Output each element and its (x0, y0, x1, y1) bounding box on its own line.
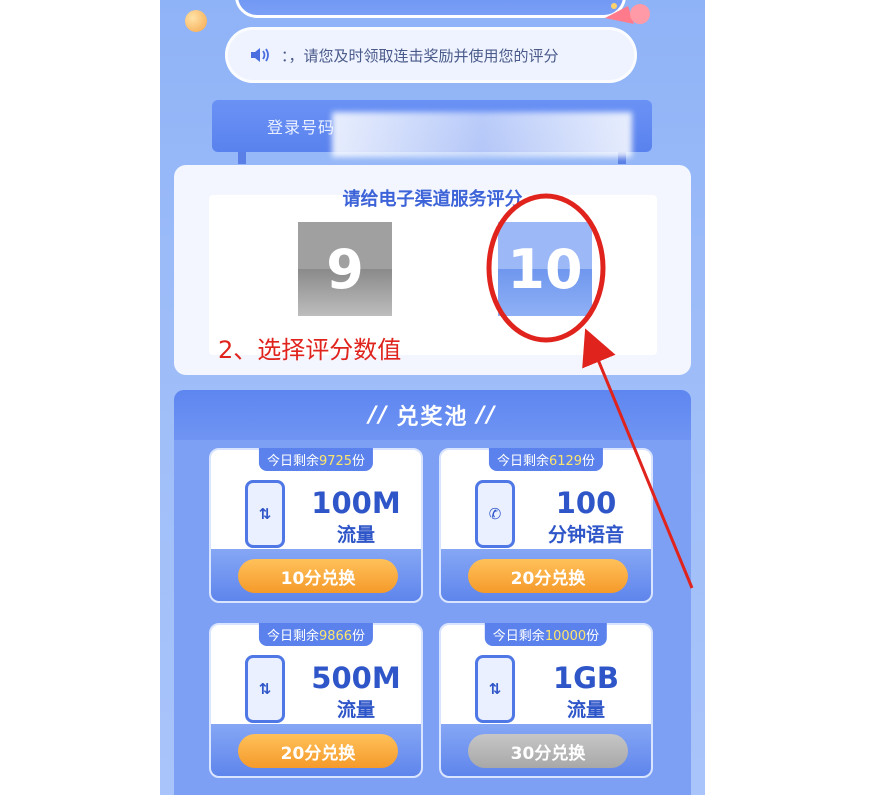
data-phone-icon: ⇅ (245, 480, 285, 548)
top-banner (235, 0, 626, 18)
reward-card-100m-data: 今日剩余9725份 ⇅ 100M 流量 10分兑换 (209, 448, 423, 603)
reward-card-500m-data: 今日剩余9866份 ⇅ 500M 流量 20分兑换 (209, 623, 423, 778)
reward-amount: 100 (555, 486, 617, 520)
reward-pool-header: // 兑奖池 // (174, 390, 691, 440)
redeem-button-disabled[interactable]: 30分兑换 (468, 734, 628, 768)
voice-phone-icon: ✆ (475, 480, 515, 548)
reward-card-100-minutes-voice: 今日剩余6129份 ✆ 100 分钟语音 20分兑换 (439, 448, 653, 603)
data-phone-icon: ⇅ (475, 655, 515, 723)
reward-amount: 1GB (552, 661, 620, 695)
notice-text: ：，请您及时领取连击奖励并使用您的评分 (281, 46, 559, 65)
stock-badge: 今日剩余10000份 (484, 623, 608, 646)
instruction-annotation: 2、选择评分数值 (218, 336, 402, 364)
redeem-button[interactable]: 20分兑换 (238, 734, 398, 768)
reward-unit: 分钟语音 (547, 524, 624, 546)
megaphone-icon (605, 3, 650, 24)
decor-orb (185, 10, 207, 32)
reward-card-1gb-data: 今日剩余10000份 ⇅ 1GB 流量 30分兑换 (439, 623, 653, 778)
stock-count: 9725 (318, 454, 353, 469)
score-option-9[interactable]: 9 (298, 222, 392, 316)
stock-count: 10000 (544, 629, 587, 644)
stock-badge: 今日剩余9725份 (258, 448, 374, 471)
stock-badge: 今日剩余6129份 (488, 448, 604, 471)
stock-count: 6129 (548, 454, 583, 469)
data-phone-icon: ⇅ (245, 655, 285, 723)
stock-count: 9866 (318, 629, 353, 644)
reward-unit: 流量 (336, 699, 375, 721)
score-option-10[interactable]: 10 (498, 222, 592, 316)
app-screen: ：，请您及时领取连击奖励并使用您的评分 登录号码 请给电子渠道服务评分 9 10… (160, 0, 705, 795)
reward-amount: 500M (311, 661, 401, 695)
redeem-button[interactable]: 10分兑换 (238, 559, 398, 593)
stock-badge: 今日剩余9866份 (258, 623, 374, 646)
reward-unit: 流量 (336, 524, 375, 546)
reward-pool-card: // 兑奖池 // 今日剩余9725份 ⇅ 100M 流量 10分兑换 今日剩余… (174, 390, 691, 795)
reward-unit: 流量 (566, 699, 605, 721)
speaker-icon (251, 48, 269, 62)
title-decor-right: // (476, 402, 497, 428)
title-decor-left: // (368, 402, 389, 428)
redeem-button[interactable]: 20分兑换 (468, 559, 628, 593)
login-label: 登录号码 (267, 118, 336, 137)
rating-title: 请给电子渠道服务评分 (342, 189, 523, 210)
redacted-phone-number (332, 112, 632, 157)
reward-amount: 100M (311, 486, 401, 520)
notice-bar: ：，请您及时领取连击奖励并使用您的评分 (225, 27, 637, 83)
reward-pool-title: 兑奖池 (396, 405, 469, 430)
